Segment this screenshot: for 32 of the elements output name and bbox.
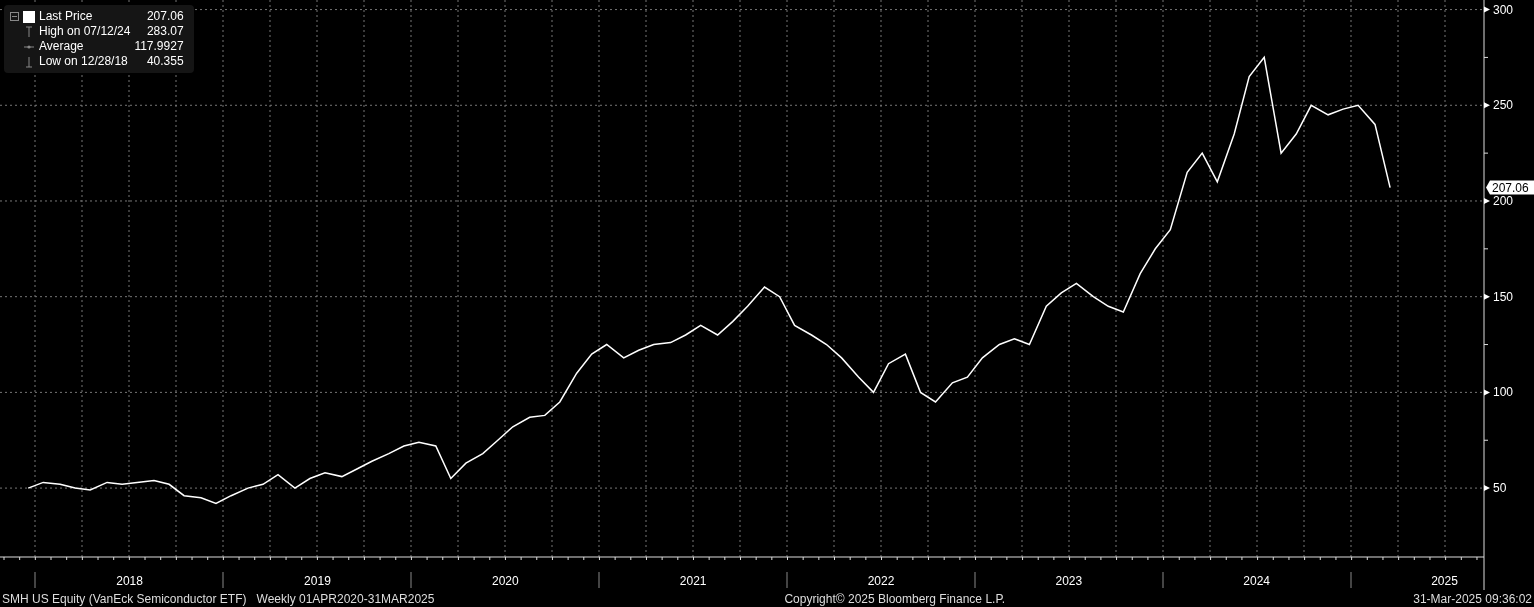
- y-axis-label: 200: [1493, 194, 1514, 208]
- legend-label: Low on 12/28/18: [39, 54, 129, 69]
- last-price-tag: 207.06: [1486, 180, 1534, 195]
- y-axis-label: 150: [1493, 289, 1514, 304]
- legend-value: 40.355: [145, 54, 184, 69]
- timestamp: 31-Mar-2025 09:36:02: [1413, 590, 1532, 607]
- high-marker-icon: [25, 25, 33, 38]
- period-label: Weekly 01APR2020-31MAR2025: [256, 590, 435, 607]
- legend-value: 117.9927: [134, 39, 184, 54]
- x-axis-label: 2022: [867, 574, 895, 588]
- y-axis-label: 100: [1493, 385, 1514, 400]
- square-icon: [23, 10, 35, 23]
- legend-value: 283.07: [145, 24, 184, 39]
- x-axis-label: 2019: [304, 574, 331, 588]
- x-axis-label: 2025: [1431, 574, 1458, 588]
- x-axis-label: 2023: [1055, 574, 1083, 588]
- x-axis-label: 2018: [116, 574, 143, 588]
- legend-label: Last Price: [39, 9, 94, 24]
- legend-label: Average: [39, 39, 85, 54]
- collapse-icon[interactable]: [10, 12, 19, 21]
- x-axis-label: 2024: [1243, 574, 1271, 588]
- y-axis-label: 50: [1493, 481, 1507, 496]
- y-axis-label: 250: [1493, 98, 1514, 113]
- x-axis-label: 2020: [491, 574, 519, 588]
- low-marker-icon: [25, 55, 33, 68]
- legend-value: 207.06: [145, 9, 184, 24]
- average-marker-icon: [24, 43, 34, 50]
- y-axis-label: 300: [1493, 2, 1514, 17]
- security-name: SMH US Equity (VanEck Semiconductor ETF): [2, 590, 247, 607]
- x-axis-label: 2021: [679, 574, 707, 588]
- copyright-text: Copyright© 2025 Bloomberg Finance L.P.: [784, 590, 1006, 607]
- legend-label: High on 07/12/24: [39, 24, 131, 39]
